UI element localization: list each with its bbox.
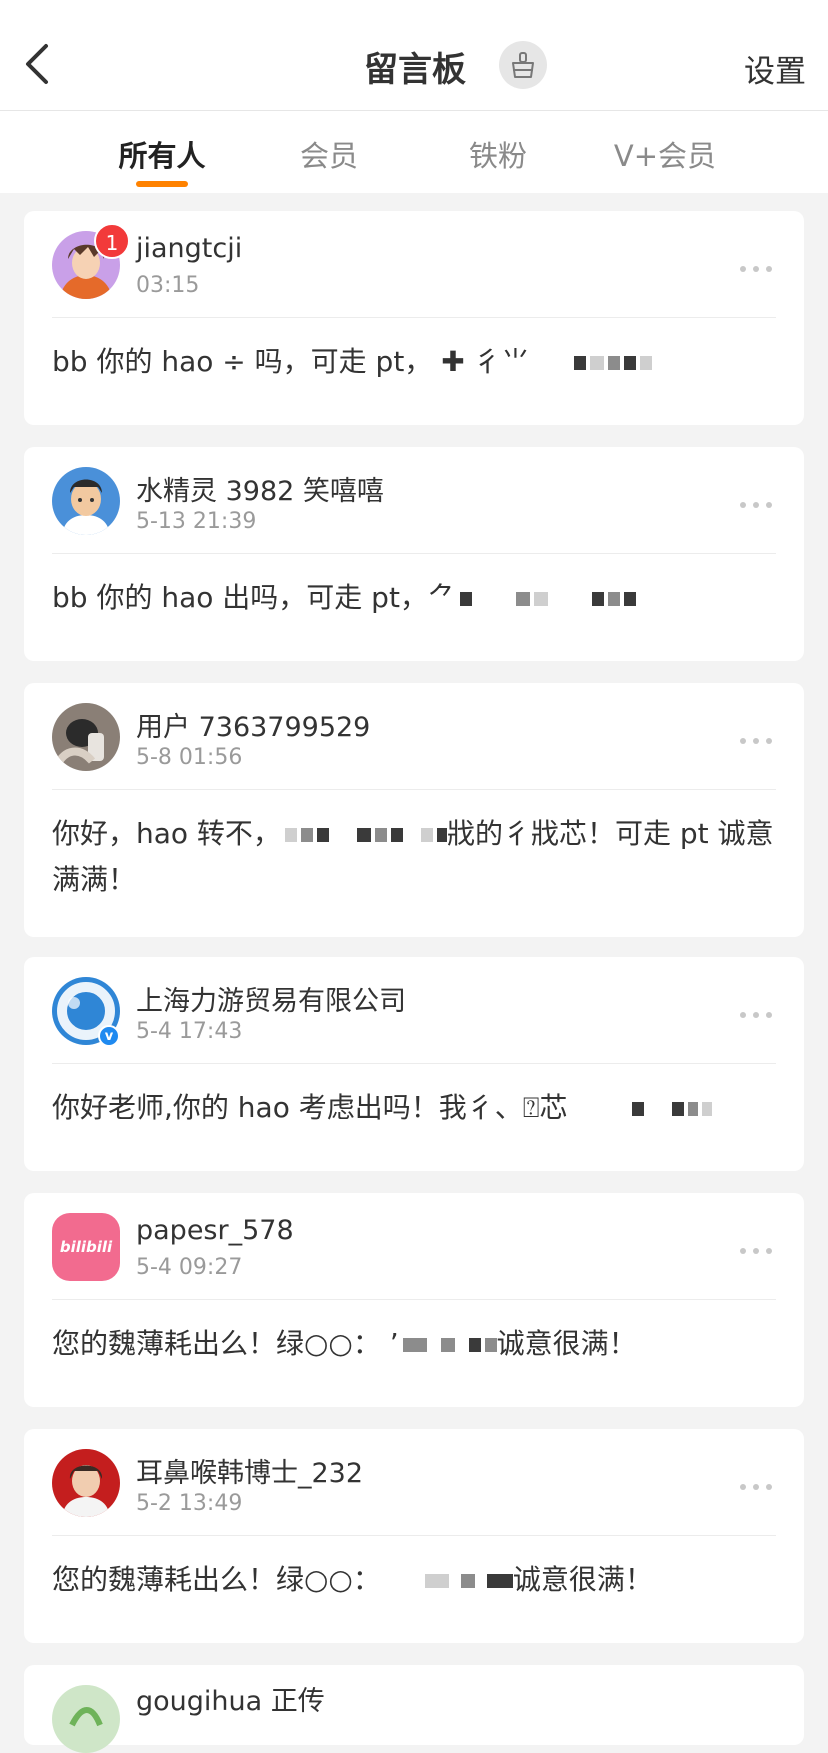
more-icon[interactable] [740,1003,780,1018]
mosaic-blur [623,592,636,606]
message-card[interactable]: gougihua 正传 [24,1665,804,1753]
message-content: 诚意很满！ [512,1563,653,1596]
mosaic-blur [402,1338,427,1352]
more-icon[interactable] [740,729,780,744]
username[interactable]: 上海力游贸易有限公司 [136,979,406,1018]
message-content: 您的魏薄耗出么！绿○○： [52,1563,381,1596]
active-tab-indicator [136,181,188,187]
mosaic-blur [300,828,313,842]
divider [52,553,776,554]
tab-iron-fans[interactable]: 铁粉 [423,133,573,175]
username[interactable]: 耳鼻喉韩博士_232 [136,1451,363,1490]
mosaic-blur [468,1338,481,1352]
message-text: 您的魏薄耗出么！绿○○： 诚意很满！ [52,1557,776,1603]
divider [52,1299,776,1300]
timestamp: 5-2 13:49 [136,1491,243,1516]
nav-header: 留言板 设置 [0,0,828,111]
settings-button[interactable]: 设置 [744,46,806,91]
mosaic-blur [533,592,548,606]
mosaic-blur [591,592,604,606]
avatar[interactable] [52,1449,120,1517]
bilibili-logo: bilibili [59,1238,113,1256]
message-card[interactable]: bilibili papesr_578 5-4 09:27 您的魏薄耗出么！绿○… [24,1193,804,1407]
more-icon[interactable] [740,1475,780,1490]
tab-all[interactable]: 所有人 [87,133,237,175]
mosaic-blur [356,828,371,842]
mosaic-blur [607,592,620,606]
mosaic-blur [486,1574,513,1588]
username[interactable]: papesr_578 [136,1215,294,1246]
divider [52,317,776,318]
mosaic-blur [671,1102,684,1116]
avatar[interactable] [52,703,120,771]
more-icon[interactable] [740,1239,780,1254]
message-content: bb 你的 hao ÷ 吗，可走 pt， ✚ 彳⺌ [52,345,530,378]
avatar[interactable]: bilibili [52,1213,120,1281]
mosaic-blur [639,356,652,370]
mosaic-blur [484,1338,497,1352]
clean-button[interactable] [499,41,547,89]
timestamp: 5-13 21:39 [136,509,257,534]
unread-badge: 1 [94,223,130,259]
mosaic-blur [701,1102,712,1116]
tab-members[interactable]: 会员 [254,133,404,175]
tab-vplus-members[interactable]: V+会员 [590,133,740,175]
mosaic-blur [374,828,387,842]
back-arrow-icon[interactable] [22,40,58,88]
broom-icon [512,52,534,78]
message-text: 您的魏薄耗出么！绿○○： ’ 诚意很满！ [52,1321,776,1367]
message-text: bb 你的 hao ÷ 吗，可走 pt， ✚ 彳⺌ [52,339,776,385]
message-text: 你好老师,你的 hao 考虑出吗！我彳、⍰芯 [52,1085,776,1131]
message-card[interactable]: 耳鼻喉韩博士_232 5-2 13:49 您的魏薄耗出么！绿○○： 诚意很满！ [24,1429,804,1643]
mosaic-blur [424,1574,449,1588]
mosaic-blur [460,1574,475,1588]
message-card[interactable]: 用户 7363799529 5-8 01:56 你好，hao 转不， 戕的彳戕芯！… [24,683,804,937]
mosaic-blur [631,1102,644,1116]
timestamp: 03:15 [136,273,200,298]
timestamp: 5-8 01:56 [136,745,243,770]
mosaic-blur [515,592,530,606]
mosaic-blur [687,1102,698,1116]
divider [52,789,776,790]
mosaic-blur [436,828,447,842]
filter-tabs: 所有人 会员 铁粉 V+会员 [0,111,828,193]
message-content: bb 你的 hao 出吗，可走 pt，⺈ [52,581,456,614]
mosaic-blur [589,356,604,370]
avatar[interactable] [52,467,120,535]
mosaic-blur [284,828,297,842]
username[interactable]: gougihua 正传 [136,1679,325,1718]
divider [52,1063,776,1064]
page-title: 留言板 [364,50,466,90]
mosaic-blur [623,356,636,370]
mosaic-blur [390,828,403,842]
more-icon[interactable] [740,493,780,508]
timestamp: 5-4 09:27 [136,1255,243,1280]
verified-icon: v [98,1025,120,1047]
message-card[interactable]: 1 jiangtcji 03:15 bb 你的 hao ÷ 吗，可走 pt， ✚… [24,211,804,425]
mosaic-blur [459,592,472,606]
more-icon[interactable] [740,257,780,272]
message-text: bb 你的 hao 出吗，可走 pt，⺈ [52,575,776,621]
message-content: 诚意很满！ [496,1327,637,1360]
username[interactable]: 用户 7363799529 [136,705,370,744]
message-card[interactable]: 水精灵 3982 笑嘻嘻 5-13 21:39 bb 你的 hao 出吗，可走 … [24,447,804,661]
avatar[interactable] [52,1685,120,1753]
message-content: 您的魏薄耗出么！绿○○： ’ [52,1327,399,1360]
mosaic-blur [607,356,620,370]
message-card[interactable]: v 上海力游贸易有限公司 5-4 17:43 你好老师,你的 hao 考虑出吗！… [24,957,804,1171]
mosaic-blur [316,828,329,842]
username[interactable]: jiangtcji [136,233,242,264]
divider [52,1535,776,1536]
mosaic-blur [420,828,433,842]
message-content: 你好老师,你的 hao 考虑出吗！我彳、⍰芯 [52,1091,568,1124]
message-text: 你好，hao 转不， 戕的彳戕芯！可走 pt 诚意满满！ [52,811,776,903]
timestamp: 5-4 17:43 [136,1019,243,1044]
mosaic-blur [573,356,586,370]
username[interactable]: 水精灵 3982 笑嘻嘻 [136,469,384,508]
message-content: 你好，hao 转不， [52,817,281,850]
mosaic-blur [440,1338,455,1352]
